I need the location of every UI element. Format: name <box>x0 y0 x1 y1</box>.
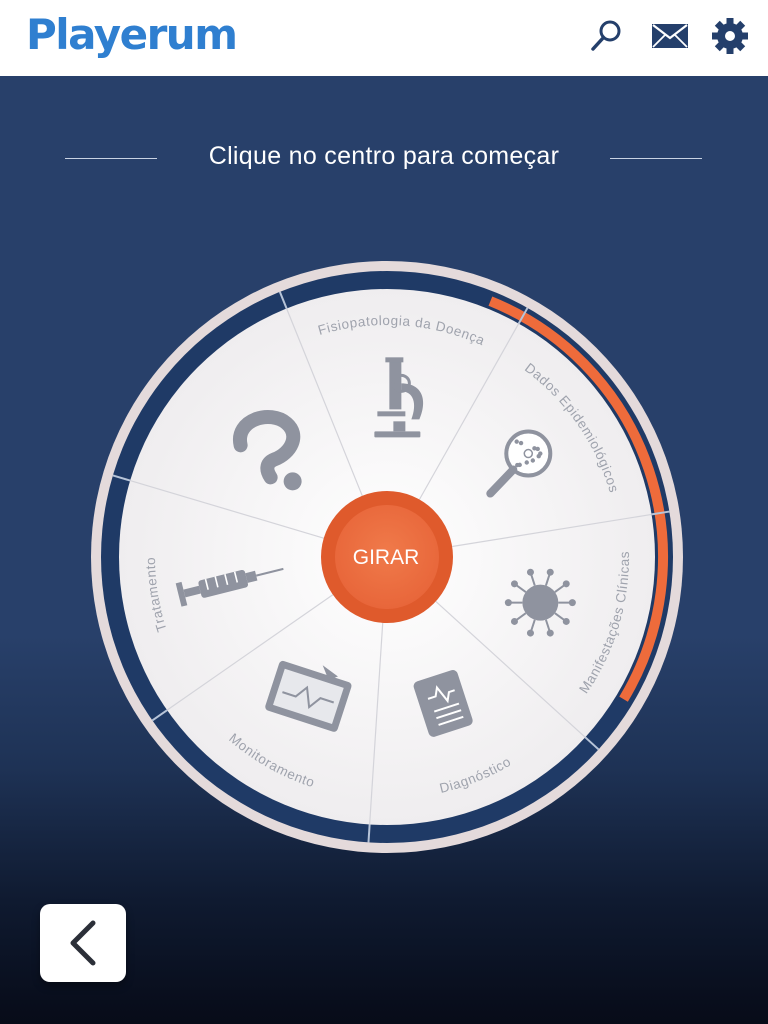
wheel-tick <box>367 824 371 843</box>
spin-button[interactable]: GIRAR <box>321 491 453 623</box>
spin-button-label[interactable]: GIRAR <box>353 546 420 569</box>
back-button[interactable] <box>40 904 126 982</box>
chevron-left-icon <box>70 920 96 966</box>
category-wheel[interactable]: Fisiopatologia da DoençaDados Epidemioló… <box>0 0 768 1024</box>
